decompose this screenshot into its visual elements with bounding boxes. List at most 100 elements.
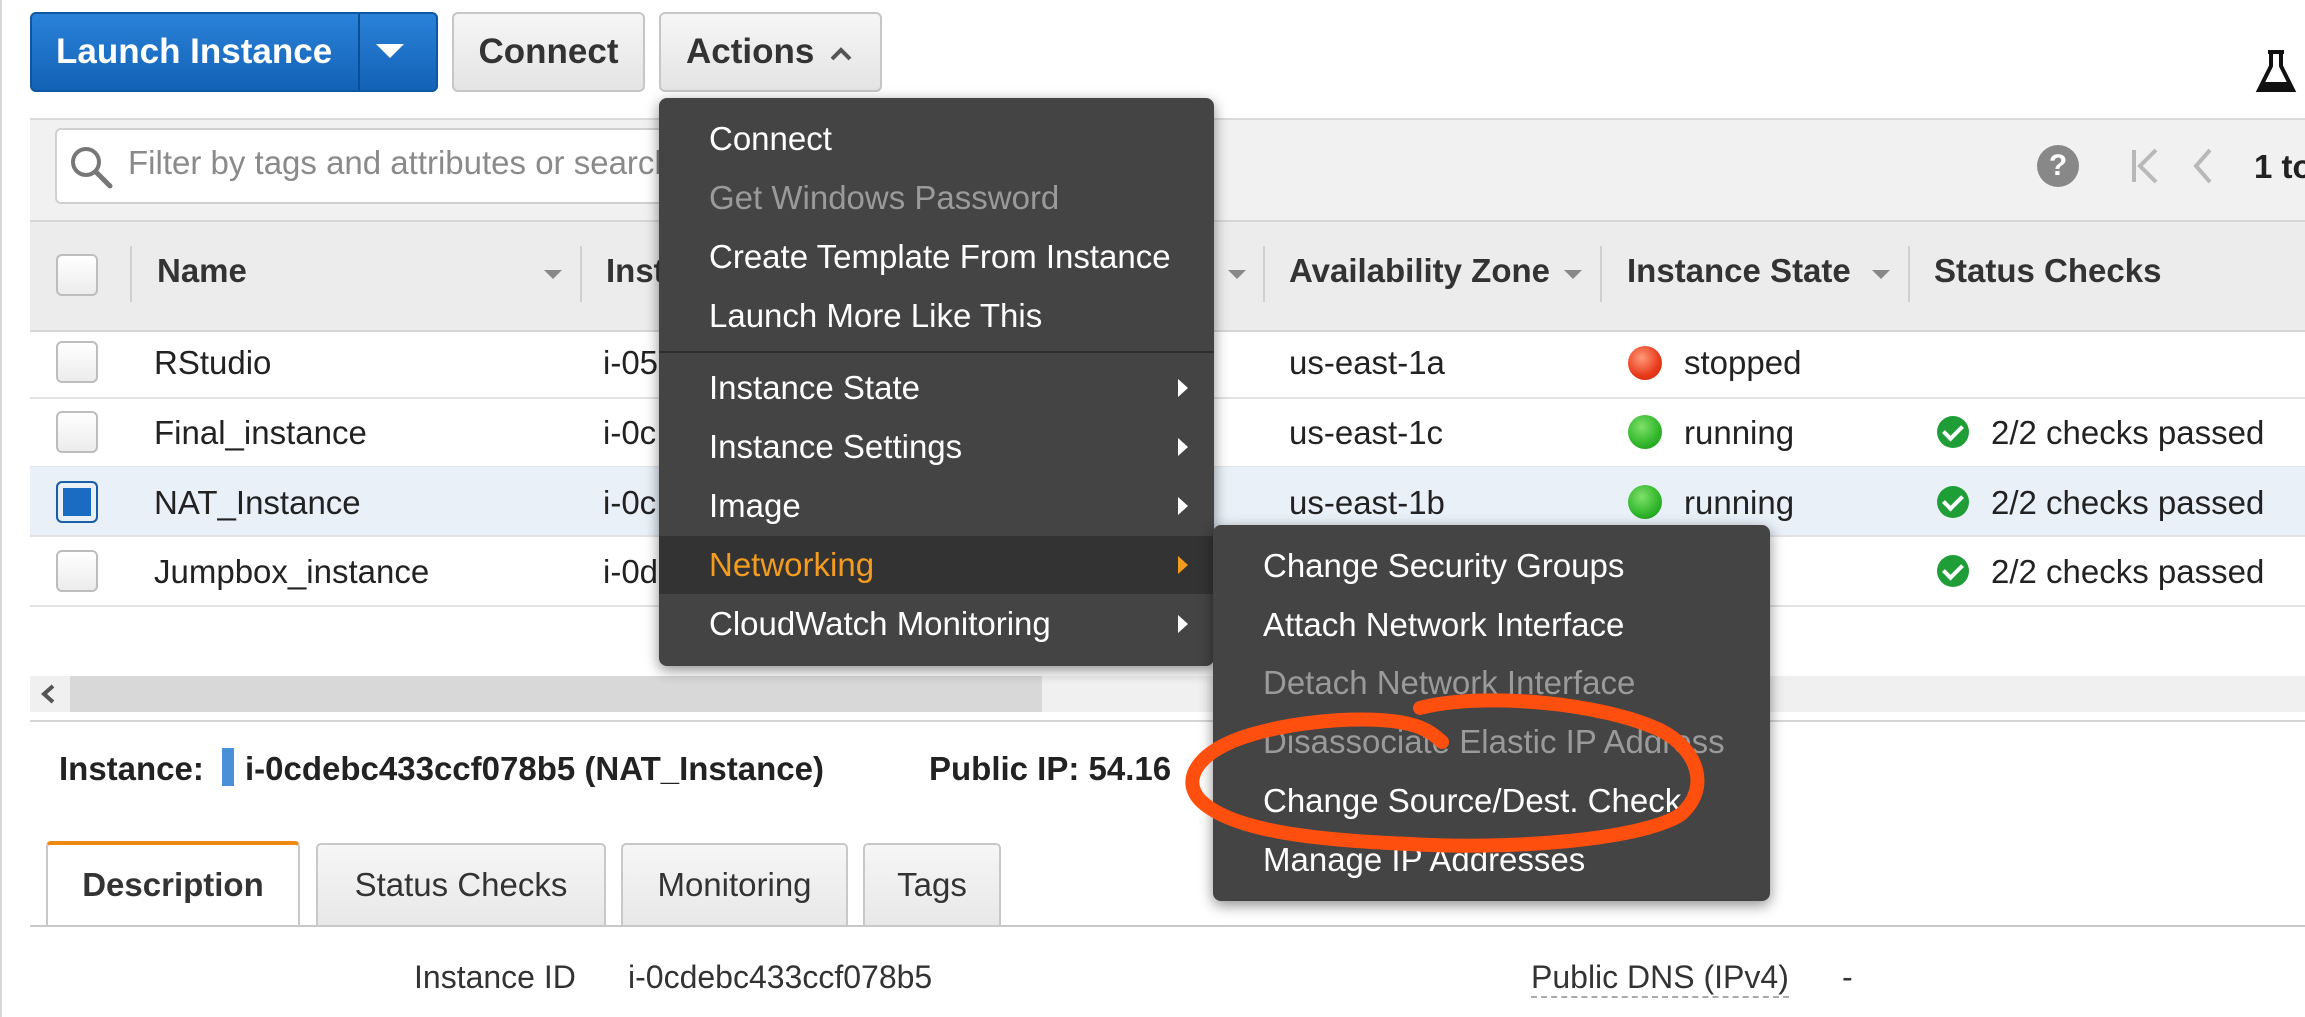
menu-item-connect[interactable]: Connect (659, 110, 1214, 168)
instance-color-marker (222, 748, 234, 786)
cell-instance-state: running (1684, 414, 1795, 451)
menu-item-label: Change Security Groups (1263, 547, 1625, 584)
cell-name: Final_instance (154, 414, 367, 451)
launch-instance-button[interactable]: Launch Instance (30, 12, 438, 92)
actions-button[interactable]: Actions (659, 12, 882, 92)
menu-item-cloudwatch-monitoring[interactable]: CloudWatch Monitoring (659, 595, 1214, 653)
cell-instance-id: i-05 (603, 344, 659, 381)
row-checkbox[interactable] (56, 411, 98, 453)
chevron-right-icon (1178, 556, 1188, 574)
cell-name: Jumpbox_instance (154, 553, 430, 590)
menu-item-image[interactable]: Image (659, 477, 1214, 535)
menu-item-label: Instance Settings (709, 428, 963, 465)
detail-instance-value: i-0cdebc433ccf078b5 (NAT_Instance) (245, 750, 824, 787)
row-checkbox-checked[interactable] (56, 481, 98, 523)
check-passed-icon (1937, 555, 1969, 587)
menu-item-instance-settings[interactable]: Instance Settings (659, 418, 1214, 476)
cell-instance-id: i-0c (603, 484, 657, 521)
field-instance-id-value: i-0cdebc433ccf078b5 (628, 959, 933, 995)
cell-availability-zone: us-east-1a (1289, 344, 1445, 381)
cell-instance-id: i-0d (603, 553, 659, 590)
detail-divider (30, 720, 2305, 722)
scrollbar-thumb[interactable] (70, 676, 1042, 712)
menu-item-label: CloudWatch Monitoring (709, 605, 1051, 642)
sort-caret-icon[interactable] (1564, 270, 1582, 279)
launch-instance-label: Launch Instance (56, 32, 333, 71)
annotation-circle (1185, 693, 1705, 853)
running-status-icon (1628, 415, 1662, 449)
field-public-dns-value: - (1842, 959, 1853, 995)
column-separator (1908, 246, 1910, 302)
tab-tags[interactable]: Tags (863, 843, 1001, 925)
tab-label: Description (82, 866, 264, 903)
column-separator (580, 246, 582, 302)
row-checkbox[interactable] (56, 550, 98, 592)
submenu-item-change-security-groups[interactable]: Change Security Groups (1213, 537, 1770, 595)
cell-instance-state: running (1684, 484, 1795, 521)
chevron-right-icon (1178, 438, 1188, 456)
menu-item-networking[interactable]: Networking (659, 536, 1214, 594)
column-separator (130, 246, 132, 302)
field-instance-id-label: Instance ID (414, 959, 576, 995)
cell-status-checks[interactable]: 2/2 checks passed (1991, 414, 2264, 452)
column-header-status-checks[interactable]: Status Checks (1934, 252, 2161, 290)
menu-separator (659, 351, 1214, 353)
tab-strip-line (30, 925, 2305, 927)
sort-caret-icon[interactable] (544, 270, 562, 279)
menu-item-launch-more-like-this[interactable]: Launch More Like This (659, 287, 1214, 345)
prev-page-icon[interactable] (2190, 146, 2216, 186)
column-header-availability-zone[interactable]: Availability Zone (1289, 252, 1550, 290)
first-page-icon[interactable] (2128, 146, 2162, 186)
column-separator (1600, 246, 1602, 302)
connect-button[interactable]: Connect (452, 12, 645, 92)
connect-label: Connect (478, 32, 619, 71)
column-header-name[interactable]: Name (157, 252, 247, 290)
tab-label: Tags (897, 866, 967, 903)
menu-item-label: Image (709, 487, 801, 524)
cell-instance-id: i-0c (603, 414, 657, 451)
menu-item-label: Connect (709, 120, 832, 157)
select-all-checkbox[interactable] (56, 254, 98, 296)
cell-status-checks[interactable]: 2/2 checks passed (1991, 553, 2264, 591)
left-border (0, 0, 2, 1017)
cell-name: NAT_Instance (154, 484, 361, 521)
sort-caret-icon[interactable] (1872, 270, 1890, 279)
cell-availability-zone: us-east-1c (1289, 414, 1444, 451)
chevron-right-icon (1178, 497, 1188, 515)
chevron-down-icon[interactable] (376, 44, 404, 58)
actions-menu: Connect Get Windows Password Create Temp… (659, 98, 1214, 666)
chevron-up-icon (830, 47, 852, 61)
cell-status-checks[interactable]: 2/2 checks passed (1991, 484, 2264, 522)
tab-monitoring[interactable]: Monitoring (621, 843, 848, 925)
check-passed-icon (1937, 486, 1969, 518)
search-icon (71, 147, 113, 189)
menu-item-label: Create Template From Instance (709, 238, 1171, 275)
scroll-left-icon[interactable] (38, 682, 58, 706)
row-checkbox[interactable] (56, 341, 98, 383)
flask-icon[interactable] (2254, 48, 2298, 96)
cell-availability-zone: us-east-1b (1289, 484, 1445, 521)
help-icon[interactable]: ? (2037, 145, 2079, 187)
actions-label: Actions (686, 32, 815, 71)
menu-item-label: Get Windows Password (709, 179, 1060, 216)
stopped-status-icon (1628, 346, 1662, 380)
menu-item-label: Attach Network Interface (1263, 606, 1625, 643)
tab-description[interactable]: Description (46, 841, 300, 925)
split-divider (358, 14, 360, 90)
detail-instance-label: Instance: (59, 750, 204, 787)
detail-public-ip: Public IP: 54.16 (929, 750, 1172, 787)
pagination-text: 1 to 4 of 4 (2254, 148, 2305, 185)
cell-instance-state: stopped (1684, 344, 1802, 381)
chevron-right-icon (1178, 615, 1188, 633)
column-header-instance-state[interactable]: Instance State (1627, 252, 1851, 290)
menu-item-create-template[interactable]: Create Template From Instance (659, 228, 1214, 286)
field-public-dns-label[interactable]: Public DNS (IPv4) (1531, 959, 1789, 998)
tab-label: Status Checks (354, 866, 568, 903)
chevron-right-icon (1178, 379, 1188, 397)
menu-item-instance-state[interactable]: Instance State (659, 359, 1214, 417)
column-separator (1263, 246, 1265, 302)
tab-status-checks[interactable]: Status Checks (316, 843, 606, 925)
submenu-item-attach-network-interface[interactable]: Attach Network Interface (1213, 596, 1770, 654)
sort-caret-icon[interactable] (1228, 270, 1246, 279)
menu-item-label: Networking (709, 546, 875, 583)
